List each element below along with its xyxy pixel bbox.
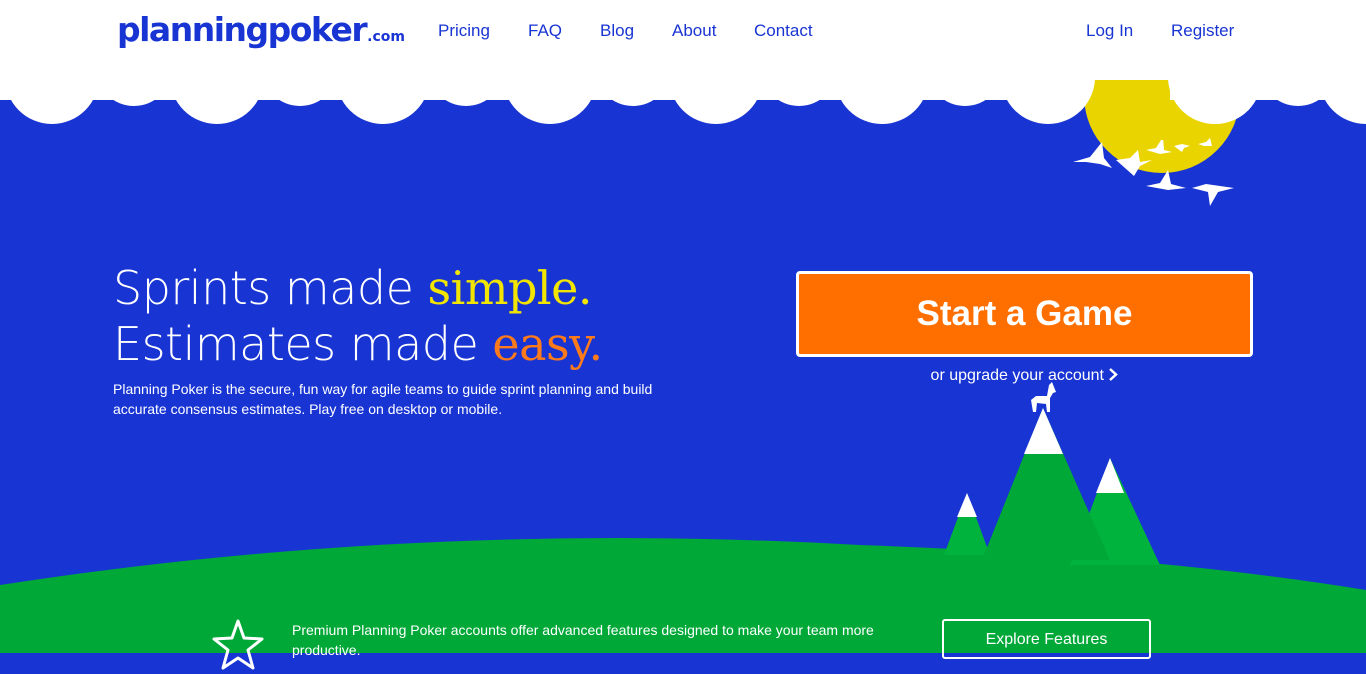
login-link[interactable]: Log In xyxy=(1086,20,1133,42)
nav-contact[interactable]: Contact xyxy=(754,20,813,42)
sun-top xyxy=(1080,80,1250,140)
headline-line-2: Estimates made easy. xyxy=(113,317,603,371)
star-icon xyxy=(212,619,264,670)
logo[interactable]: planningpoker.com xyxy=(117,10,405,57)
mountain-icon xyxy=(944,408,1160,565)
goat-icon xyxy=(1031,382,1056,412)
register-link[interactable]: Register xyxy=(1171,20,1234,42)
hero-subtitle: Planning Poker is the secure, fun way fo… xyxy=(113,381,653,417)
start-game-button[interactable]: Start a Game xyxy=(796,271,1253,357)
upgrade-account-link[interactable]: or upgrade your account xyxy=(796,367,1253,385)
nav-about[interactable]: About xyxy=(672,20,716,42)
promo-text: Premium Planning Poker accounts offer ad… xyxy=(292,622,874,658)
nav-blog[interactable]: Blog xyxy=(600,20,634,42)
nav-pricing[interactable]: Pricing xyxy=(438,20,490,42)
headline-line-1: Sprints made simple. xyxy=(113,261,592,315)
nav-faq[interactable]: FAQ xyxy=(528,20,562,42)
chevron-right-icon xyxy=(1109,368,1119,381)
hero-headline: Sprints made simple. Estimates made easy… xyxy=(113,260,603,372)
birds-icon xyxy=(1073,137,1234,206)
explore-features-button[interactable]: Explore Features xyxy=(942,619,1151,659)
